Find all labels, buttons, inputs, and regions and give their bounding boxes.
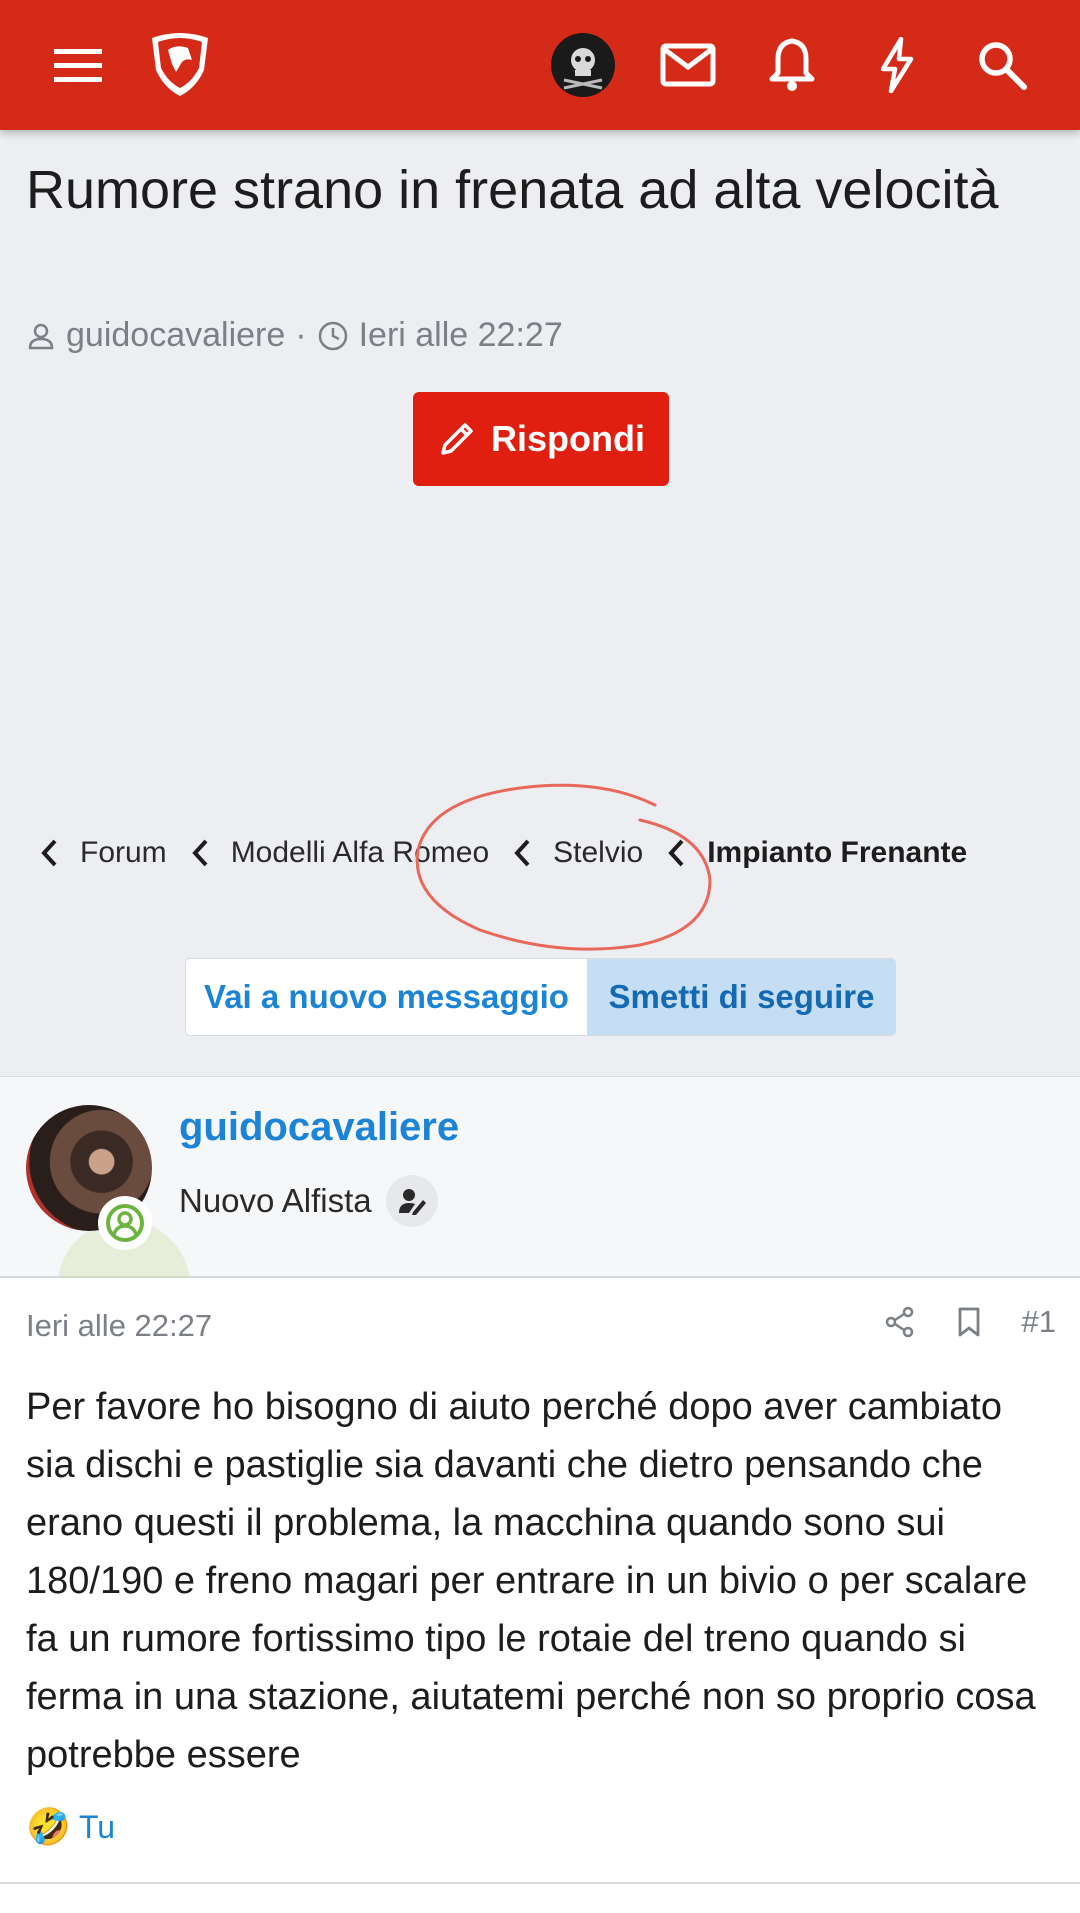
unfollow-button[interactable]: Smetti di seguire xyxy=(588,959,895,1035)
bookmark-icon[interactable] xyxy=(956,1306,982,1338)
hand-drawn-circle-annotation xyxy=(415,783,712,951)
thread-actions: Vai a nuovo messaggio Smetti di seguire xyxy=(185,958,896,1036)
user-avatar-button[interactable] xyxy=(543,25,623,105)
menu-icon[interactable] xyxy=(38,25,118,105)
post-date[interactable]: Ieri alle 22:27 xyxy=(26,1308,212,1344)
bolt-icon[interactable] xyxy=(857,25,937,105)
post-message: Per favore ho bisogno di aiuto perché do… xyxy=(26,1386,1036,1776)
new-message-button[interactable]: Vai a nuovo messaggio xyxy=(186,959,588,1035)
breadcrumb-label: Forum xyxy=(80,836,167,869)
clock-icon xyxy=(318,321,347,350)
user-title-label: Nuovo Alfista xyxy=(179,1182,372,1219)
search-icon[interactable] xyxy=(962,25,1042,105)
chevron-left-icon xyxy=(514,839,530,867)
online-status-icon xyxy=(98,1196,152,1250)
breadcrumb-item-stelvio[interactable]: Stelvio xyxy=(513,836,643,870)
laughing-emoji-icon: 🤣 xyxy=(26,1806,71,1847)
thread-date[interactable]: Ieri alle 22:27 xyxy=(359,316,563,355)
top-bar xyxy=(0,0,1080,130)
user-title: Nuovo Alfista xyxy=(179,1175,438,1227)
breadcrumb-label: Impianto Frenante xyxy=(707,836,968,869)
reactions-bar[interactable]: 🤣 Tu xyxy=(26,1806,115,1848)
breadcrumb-item-impianto-frenante[interactable]: Impianto Frenante xyxy=(667,836,967,870)
thread-author[interactable]: guidocavaliere xyxy=(66,316,285,355)
post-user-header: guidocavaliere Nuovo Alfista xyxy=(0,1076,1080,1352)
post-body: Ieri alle 22:27 #1 Per favore ho bisogno… xyxy=(0,1278,1080,1913)
post-number[interactable]: #1 xyxy=(1022,1304,1056,1340)
divider xyxy=(0,1882,1080,1884)
user-edit-icon xyxy=(385,1175,438,1227)
post-username[interactable]: guidocavaliere xyxy=(179,1105,459,1150)
thread-meta: guidocavaliere · Ieri alle 22:27 xyxy=(26,316,563,355)
bell-icon[interactable] xyxy=(752,25,832,105)
breadcrumb-label: Stelvio xyxy=(553,836,644,869)
chevron-left-icon xyxy=(191,839,208,867)
reaction-user[interactable]: Tu xyxy=(79,1809,115,1846)
site-logo[interactable] xyxy=(140,25,220,105)
breadcrumb-item-forum[interactable]: Forum xyxy=(40,836,167,870)
share-icon[interactable] xyxy=(884,1306,916,1338)
meta-separator: · xyxy=(295,316,307,354)
chevron-left-icon xyxy=(41,839,57,867)
chevron-left-icon xyxy=(668,839,684,867)
breadcrumb: Forum Modelli Alfa Romeo Stelvio Impiant… xyxy=(40,836,967,870)
breadcrumb-label: Modelli Alfa Romeo xyxy=(230,836,490,869)
breadcrumb-item-modelli[interactable]: Modelli Alfa Romeo xyxy=(191,836,489,870)
reply-button-label: Rispondi xyxy=(491,418,645,459)
user-icon xyxy=(28,323,54,349)
pencil-icon xyxy=(441,423,473,455)
mail-icon[interactable] xyxy=(648,25,728,105)
thread-title: Rumore strano in frenata ad alta velocit… xyxy=(26,160,999,220)
post-actions: #1 xyxy=(884,1304,1056,1340)
reply-button[interactable]: Rispondi xyxy=(413,392,669,486)
